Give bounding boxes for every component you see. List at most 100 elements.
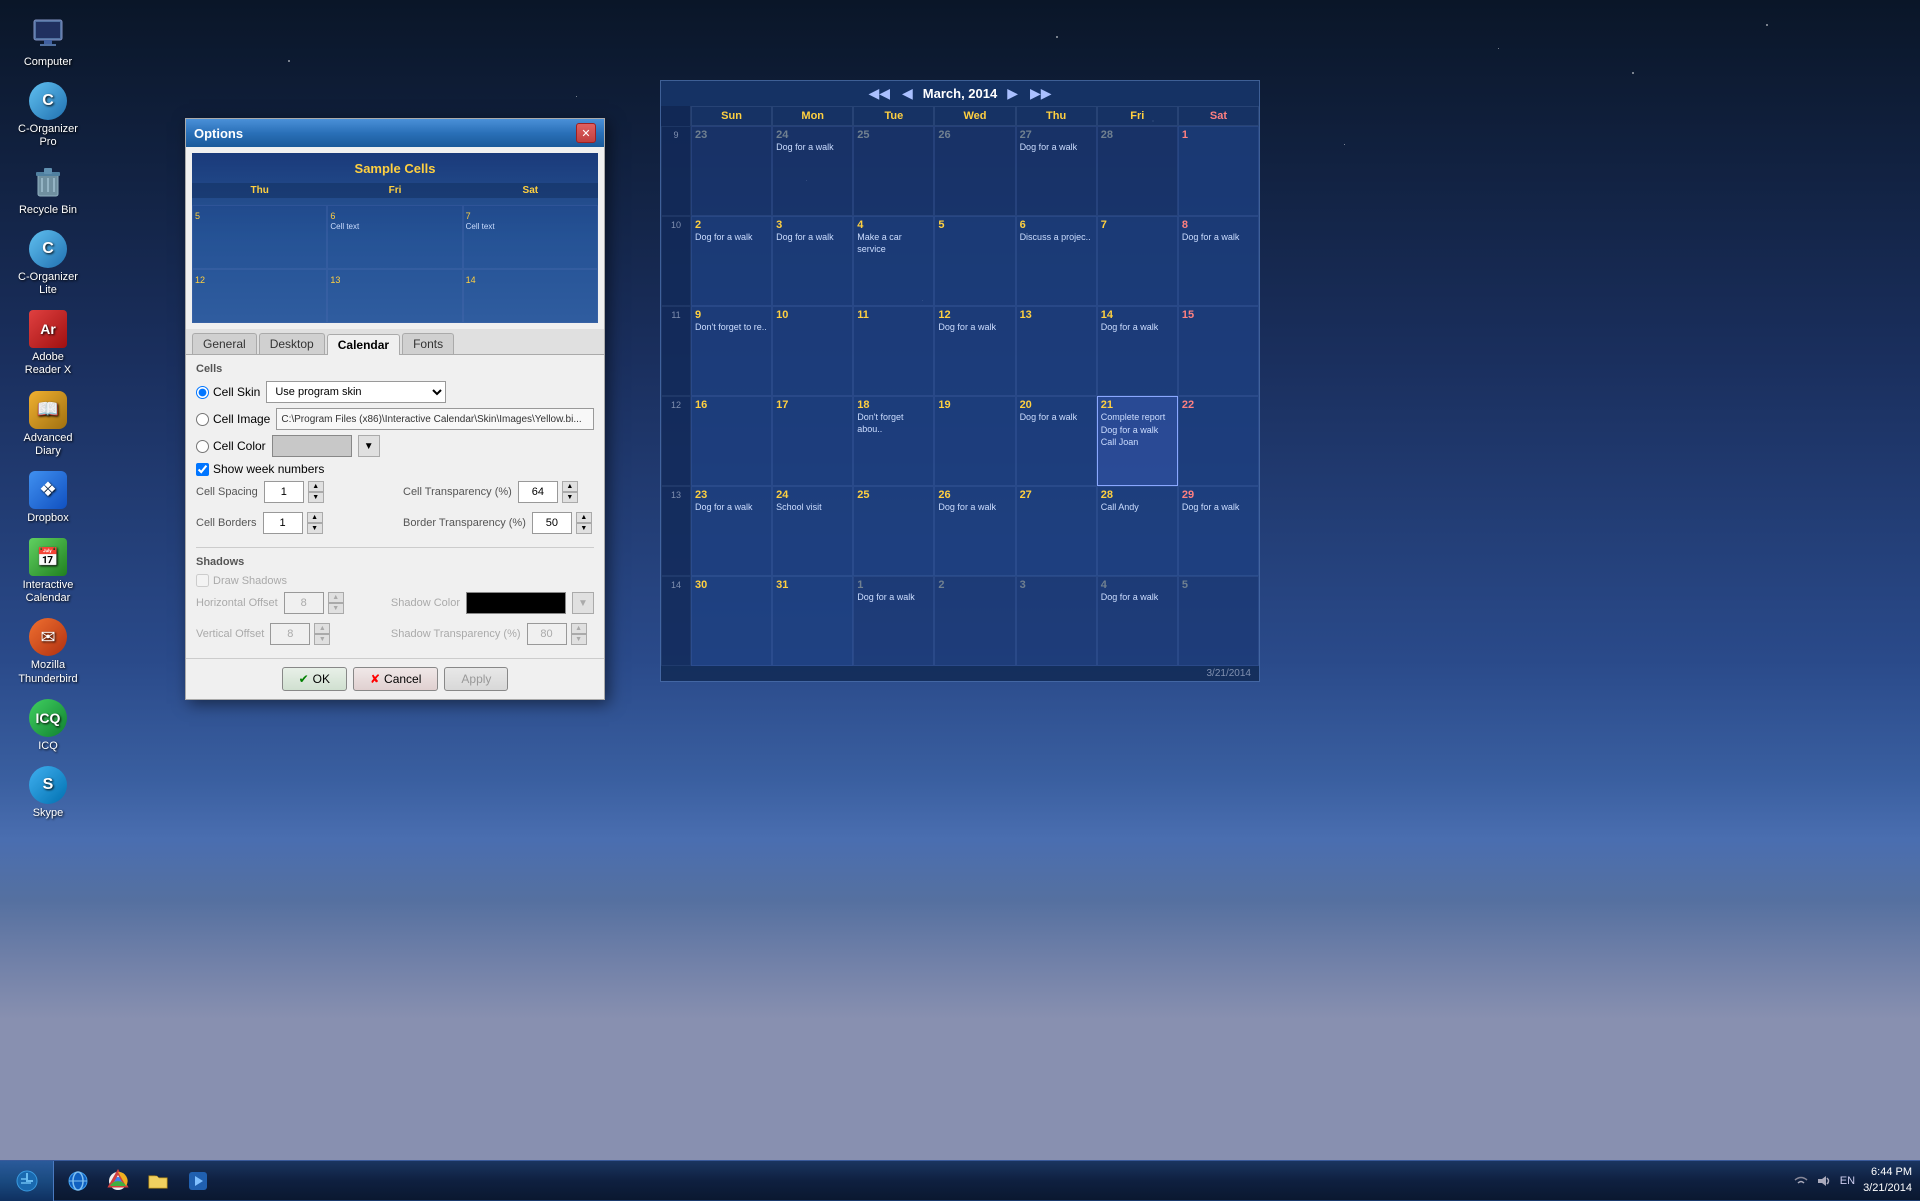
cal-cell-8[interactable]: 8Dog for a walk	[1178, 216, 1259, 306]
cal-cell-27-prev[interactable]: 27Dog for a walk	[1016, 126, 1097, 216]
cal-cell-11[interactable]: 11	[853, 306, 934, 396]
cal-cell-17[interactable]: 17	[772, 396, 853, 486]
prev-year-btn[interactable]: ◀◀	[866, 85, 892, 102]
cell-color-option[interactable]: Cell Color	[196, 439, 266, 453]
tab-fonts[interactable]: Fonts	[402, 333, 454, 354]
cal-cell-12[interactable]: 12Dog for a walk	[934, 306, 1015, 396]
cal-cell-4-apr[interactable]: 4Dog for a walk	[1097, 576, 1178, 666]
cal-cell-5[interactable]: 5	[934, 216, 1015, 306]
prev-month-btn[interactable]: ◀	[900, 85, 915, 102]
cell-transparency-up[interactable]: ▲	[562, 481, 578, 492]
apply-button[interactable]: Apply	[444, 667, 508, 691]
cal-cell-9[interactable]: 9Don't forget to re..	[691, 306, 772, 396]
cell-borders-up[interactable]: ▲	[307, 512, 323, 523]
tab-desktop[interactable]: Desktop	[259, 333, 325, 354]
desktop-icon-icq[interactable]: ICQ ICQ	[10, 694, 86, 757]
desktop-icon-computer[interactable]: Computer	[10, 10, 86, 73]
draw-shadows-option[interactable]: Draw Shadows	[196, 574, 287, 587]
cal-cell-31[interactable]: 31	[772, 576, 853, 666]
cell-transparency-input[interactable]	[518, 481, 558, 503]
cal-cell-28-prev[interactable]: 28	[1097, 126, 1178, 216]
cell-transparency-down[interactable]: ▼	[562, 492, 578, 503]
cal-cell-29[interactable]: 29Dog for a walk	[1178, 486, 1259, 576]
cal-cell-2[interactable]: 2Dog for a walk	[691, 216, 772, 306]
border-transparency-input[interactable]	[532, 512, 572, 534]
cal-cell-13[interactable]: 13	[1016, 306, 1097, 396]
cal-cell-23[interactable]: 23Dog for a walk	[691, 486, 772, 576]
cal-cell-1-mar[interactable]: 1	[1178, 126, 1259, 216]
cal-cell-4[interactable]: 4Make a car service	[853, 216, 934, 306]
cal-cell-25[interactable]: 25	[853, 486, 934, 576]
cal-cell-14[interactable]: 14Dog for a walk	[1097, 306, 1178, 396]
taskbar-folder[interactable]	[140, 1163, 176, 1199]
cal-cell-24-prev[interactable]: 24Dog for a walk	[772, 126, 853, 216]
cal-cell-24[interactable]: 24School visit	[772, 486, 853, 576]
cal-cell-2-apr[interactable]: 2	[934, 576, 1015, 666]
cell-image-radio[interactable]	[196, 413, 209, 426]
shadow-color-swatch	[466, 592, 566, 614]
desktop-icon-mozilla[interactable]: ✉ Mozilla Thunderbird	[10, 613, 86, 689]
cell-image-option[interactable]: Cell Image	[196, 412, 270, 426]
desktop-icon-adobe[interactable]: Ar Adobe Reader X	[10, 305, 86, 381]
cell-image-path[interactable]	[276, 408, 594, 430]
taskbar-chrome[interactable]	[100, 1163, 136, 1199]
cal-cell-21[interactable]: 21Complete reportDog for a walkCall Joan	[1097, 396, 1178, 486]
tab-general[interactable]: General	[192, 333, 257, 354]
cell-skin-option[interactable]: Cell Skin	[196, 385, 260, 399]
cal-cell-15[interactable]: 15	[1178, 306, 1259, 396]
cell-borders-row: Cell Borders ▲ ▼	[196, 512, 387, 534]
cell-spacing-input[interactable]	[264, 481, 304, 503]
ok-button[interactable]: ✔ OK	[282, 667, 347, 691]
cal-cell-3-apr[interactable]: 3	[1016, 576, 1097, 666]
draw-shadows-checkbox[interactable]	[196, 574, 209, 587]
taskbar-ie[interactable]	[60, 1163, 96, 1199]
cal-cell-26-prev[interactable]: 26	[934, 126, 1015, 216]
preview-header-fri: Fri	[327, 185, 462, 196]
tab-calendar[interactable]: Calendar	[327, 334, 400, 355]
desktop-icon-skype[interactable]: S Skype	[10, 761, 86, 824]
show-week-numbers-option[interactable]: Show week numbers	[196, 462, 324, 476]
cell-color-radio[interactable]	[196, 440, 209, 453]
next-month-btn[interactable]: ▶	[1005, 85, 1020, 102]
desktop-icon-dropbox[interactable]: ❖ Dropbox	[10, 466, 86, 529]
cal-cell-1-apr[interactable]: 1Dog for a walk	[853, 576, 934, 666]
cell-borders-down[interactable]: ▼	[307, 523, 323, 534]
cell-skin-radio[interactable]	[196, 386, 209, 399]
cell-borders-input[interactable]	[263, 512, 303, 534]
cell-spacing-down[interactable]: ▼	[308, 492, 324, 503]
cal-cell-23-prev[interactable]: 23	[691, 126, 772, 216]
border-transparency-down[interactable]: ▼	[576, 523, 592, 534]
cal-cell-16[interactable]: 16	[691, 396, 772, 486]
border-transparency-up[interactable]: ▲	[576, 512, 592, 523]
cancel-button[interactable]: ✘ Cancel	[353, 667, 438, 691]
cal-cell-27[interactable]: 27	[1016, 486, 1097, 576]
taskbar-media[interactable]	[180, 1163, 216, 1199]
cal-cell-25-prev[interactable]: 25	[853, 126, 934, 216]
cal-cell-6[interactable]: 6Discuss a projec..	[1016, 216, 1097, 306]
cal-cell-18[interactable]: 18Don't forget abou..	[853, 396, 934, 486]
cal-cell-30[interactable]: 30	[691, 576, 772, 666]
dropbox-label: Dropbox	[27, 512, 69, 525]
cal-cell-3[interactable]: 3Dog for a walk	[772, 216, 853, 306]
network-icon	[1792, 1172, 1810, 1190]
cal-cell-5-apr[interactable]: 5	[1178, 576, 1259, 666]
cal-cell-22[interactable]: 22	[1178, 396, 1259, 486]
desktop-icon-corganizer-lite[interactable]: C C-Organizer Lite	[10, 225, 86, 301]
cal-cell-10[interactable]: 10	[772, 306, 853, 396]
next-year-btn[interactable]: ▶▶	[1028, 85, 1054, 102]
dialog-close-button[interactable]: ✕	[576, 123, 596, 143]
cell-spacing-up[interactable]: ▲	[308, 481, 324, 492]
cal-cell-7[interactable]: 7	[1097, 216, 1178, 306]
desktop-icon-ical[interactable]: 📅 Interactive Calendar	[10, 533, 86, 609]
cal-cell-20[interactable]: 20Dog for a walk	[1016, 396, 1097, 486]
desktop-icon-diary[interactable]: 📖 Advanced Diary	[10, 386, 86, 462]
show-week-numbers-checkbox[interactable]	[196, 463, 209, 476]
cell-skin-dropdown[interactable]: Use program skin	[266, 381, 446, 403]
desktop-icon-corganizer-pro[interactable]: C C-Organizer Pro	[10, 77, 86, 153]
desktop-icon-recycle[interactable]: Recycle Bin	[10, 158, 86, 221]
cal-cell-19[interactable]: 19	[934, 396, 1015, 486]
start-button[interactable]	[0, 1161, 54, 1201]
cal-cell-26[interactable]: 26Dog for a walk	[934, 486, 1015, 576]
cell-color-button[interactable]: ▼	[358, 435, 380, 457]
cal-cell-28[interactable]: 28Call Andy	[1097, 486, 1178, 576]
